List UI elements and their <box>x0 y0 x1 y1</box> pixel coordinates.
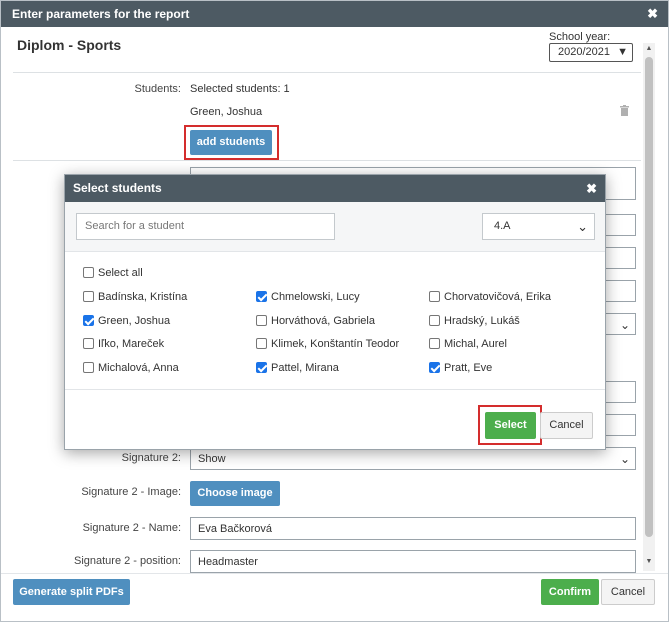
signature2-image-label: Signature 2 - Image: <box>81 486 181 498</box>
trash-icon[interactable] <box>620 105 629 119</box>
choose-image-button[interactable]: Choose image <box>190 481 280 506</box>
cancel-button[interactable]: Cancel <box>601 579 655 605</box>
student-checkbox[interactable]: Hradský, Lukáš <box>429 315 520 328</box>
checkbox-box[interactable] <box>429 338 440 349</box>
school-year-label: School year: <box>549 31 611 43</box>
student-name: Iľko, Mareček <box>98 338 165 350</box>
student-checkbox[interactable]: Michalová, Anna <box>83 362 179 375</box>
confirm-button[interactable]: Confirm <box>541 579 599 605</box>
selected-student-name: Green, Joshua <box>190 106 263 118</box>
signature2-label: Signature 2: <box>121 452 181 464</box>
report-parameters-window: Enter parameters for the report ✖ Diplom… <box>0 0 669 622</box>
select-button[interactable]: Select <box>485 412 536 439</box>
student-checkbox[interactable]: Michal, Aurel <box>429 338 507 351</box>
chevron-down-icon: ⌄ <box>577 219 588 234</box>
signature2-name-label: Signature 2 - Name: <box>82 522 181 534</box>
school-year-value: 2020/2021 <box>558 46 610 58</box>
student-checkbox[interactable]: Horváthová, Gabriela <box>256 315 375 328</box>
student-name: Klimek, Konštantín Teodor <box>271 338 400 350</box>
student-name: Hradský, Lukáš <box>444 315 520 327</box>
checkbox-box[interactable] <box>256 291 267 302</box>
checkbox-box[interactable] <box>256 315 267 326</box>
footer-bar: Generate split PDFs Confirm Cancel <box>1 573 668 621</box>
hidden-field-4[interactable] <box>601 381 636 403</box>
checkbox-box[interactable] <box>256 362 267 373</box>
signature2-select[interactable]: Show ⌄ <box>190 447 636 470</box>
class-value: 4.A <box>494 220 511 232</box>
student-name: Pattel, Mirana <box>271 362 339 374</box>
checkbox-box[interactable] <box>83 267 94 278</box>
hidden-select-1[interactable]: ⌄ <box>601 313 636 335</box>
student-name: Chmelowski, Lucy <box>271 291 360 303</box>
student-checkbox[interactable]: Green, Joshua <box>83 315 170 328</box>
add-students-button[interactable]: add students <box>190 130 272 155</box>
checkbox-box[interactable] <box>429 291 440 302</box>
modal-cancel-button[interactable]: Cancel <box>540 412 593 439</box>
student-name: Pratt, Eve <box>444 362 493 374</box>
modal-filter-bar: Search for a student 4.A ⌄ <box>65 202 605 252</box>
divider <box>13 160 641 161</box>
hidden-field-2[interactable] <box>601 247 636 269</box>
close-icon[interactable]: ✖ <box>647 1 658 27</box>
select-all-checkbox[interactable]: Select all <box>83 267 143 280</box>
student-checkbox[interactable]: Pratt, Eve <box>429 362 492 375</box>
checkbox-box[interactable] <box>83 362 94 373</box>
student-checkbox[interactable]: Iľko, Mareček <box>83 338 164 351</box>
student-checkbox[interactable]: Pattel, Mirana <box>256 362 339 375</box>
class-select[interactable]: 4.A ⌄ <box>482 213 595 240</box>
window-title: Enter parameters for the report <box>12 7 190 21</box>
hidden-field-1[interactable] <box>601 214 636 236</box>
chevron-down-icon: ▼ <box>617 46 628 58</box>
close-icon[interactable]: ✖ <box>586 175 597 202</box>
signature2-value: Show <box>198 453 226 465</box>
modal-titlebar: Select students ✖ <box>65 175 605 202</box>
hidden-field-3[interactable] <box>601 280 636 302</box>
chevron-down-icon: ⌄ <box>619 318 630 332</box>
student-name: Michalová, Anna <box>98 362 179 374</box>
checkbox-box[interactable] <box>256 338 267 349</box>
selected-students-count: Selected students: 1 <box>190 83 290 95</box>
student-checkbox[interactable]: Klimek, Konštantín Teodor <box>256 338 399 351</box>
select-students-modal: Select students ✖ Search for a student 4… <box>64 174 606 450</box>
school-year-select[interactable]: 2020/2021 ▼ <box>549 43 633 62</box>
student-name: Horváthová, Gabriela <box>271 315 375 327</box>
checkbox-box[interactable] <box>429 362 440 373</box>
scrollbar-thumb[interactable] <box>645 57 653 537</box>
student-name: Michal, Aurel <box>444 338 507 350</box>
modal-title: Select students <box>73 181 162 195</box>
student-name: Badínska, Kristína <box>98 291 188 303</box>
signature2-position-input[interactable]: Headmaster <box>190 550 636 573</box>
checkbox-box[interactable] <box>83 291 94 302</box>
divider <box>13 72 641 73</box>
checkbox-box[interactable] <box>83 338 94 349</box>
student-checkbox[interactable]: Badínska, Kristína <box>83 291 187 304</box>
scroll-down-icon[interactable]: ▼ <box>645 558 653 565</box>
checkbox-box[interactable] <box>83 315 94 326</box>
signature2-name-input[interactable]: Eva Bačkorová <box>190 517 636 540</box>
checkbox-box[interactable] <box>429 315 440 326</box>
student-checkbox[interactable]: Chorvatovičová, Erika <box>429 291 551 304</box>
hidden-field-5[interactable] <box>601 414 636 436</box>
report-title: Diplom - Sports <box>17 37 122 53</box>
generate-split-pdfs-button[interactable]: Generate split PDFs <box>13 579 130 605</box>
window-titlebar: Enter parameters for the report ✖ <box>1 1 668 27</box>
student-search-input[interactable]: Search for a student <box>76 213 335 240</box>
scroll-up-icon[interactable]: ▲ <box>645 45 653 52</box>
student-name: Chorvatovičová, Erika <box>444 291 551 303</box>
student-name: Green, Joshua <box>98 315 171 327</box>
signature2-position-label: Signature 2 - position: <box>73 555 181 567</box>
student-checkbox[interactable]: Chmelowski, Lucy <box>256 291 360 304</box>
modal-divider <box>65 389 605 390</box>
chevron-down-icon: ⌄ <box>619 452 630 466</box>
students-label: Students: <box>134 83 181 95</box>
